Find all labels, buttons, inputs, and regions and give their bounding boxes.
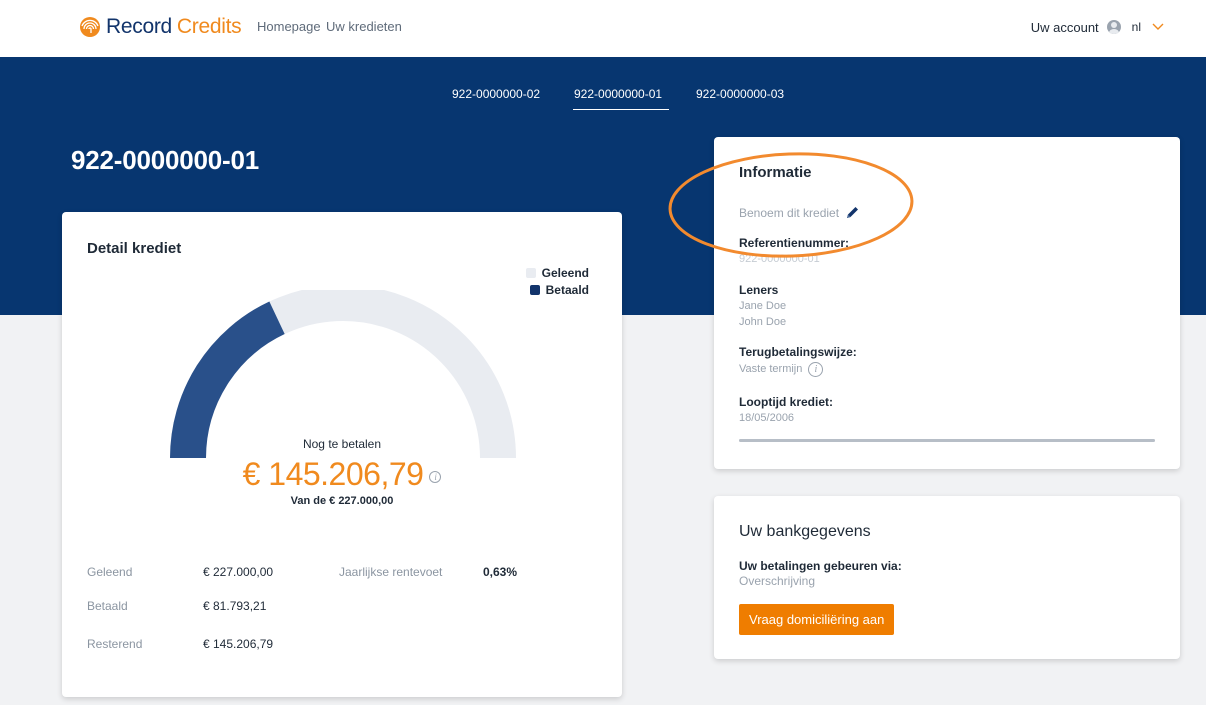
repayment-method-value: Vaste termijn: [739, 363, 803, 375]
term-value: 18/05/2006: [739, 412, 795, 424]
rename-credit-link[interactable]: Benoem dit krediet: [739, 205, 860, 220]
summary-label-betaald: Betaald: [87, 599, 128, 613]
user-avatar-icon[interactable]: [1106, 20, 1121, 34]
borrower-name: John Doe: [739, 316, 787, 328]
summary-value-betaald: € 81.793,21: [203, 599, 267, 613]
tab-credit-01[interactable]: 922-0000000-01: [574, 87, 662, 101]
card-title: Informatie: [739, 164, 812, 181]
nav-link-uw-kredieten[interactable]: Uw kredieten: [326, 19, 402, 34]
language-selector[interactable]: nl: [1132, 20, 1141, 34]
active-tab-indicator: [573, 109, 669, 110]
reference-label: Referentienummer:: [739, 236, 850, 250]
card-title: Uw bankgegevens: [739, 523, 871, 540]
legend-betaald: Betaald: [529, 283, 589, 297]
interest-rate-value: 0,63%: [483, 565, 518, 579]
top-navigation: Record Credits Homepage Uw kredieten Uw …: [0, 0, 1206, 57]
remaining-amount-value: € 145.206,79: [242, 456, 424, 492]
pencil-icon[interactable]: [845, 205, 860, 220]
legend-label: Geleend: [541, 266, 589, 280]
summary-label-geleend: Geleend: [87, 565, 133, 579]
legend-swatch: [529, 285, 540, 295]
rename-credit-label[interactable]: Benoem dit krediet: [739, 206, 839, 220]
brand-name-primary: Record: [106, 15, 172, 38]
legend-swatch: [525, 268, 536, 278]
reference-value: 922-0000000-01: [739, 253, 820, 265]
fingerprint-logo-icon: [80, 17, 100, 37]
chevron-down-icon[interactable]: [1152, 23, 1164, 31]
term-progress-bar: [739, 439, 1155, 442]
detail-credit-card: Detail krediet Geleend Betaald Nog te be…: [62, 212, 622, 697]
bank-details-card: Uw bankgegevens Uw betalingen gebeuren v…: [714, 496, 1180, 659]
legend-label: Betaald: [545, 283, 589, 297]
repayment-method-label: Terugbetalingswijze:: [739, 345, 857, 359]
request-direct-debit-button[interactable]: Vraag domiciliëring aan: [739, 604, 895, 635]
info-icon[interactable]: i: [429, 470, 442, 483]
information-card: Informatie Benoem dit krediet Referentie…: [714, 137, 1180, 469]
legend-geleend: Geleend: [525, 266, 589, 280]
page-title: 922-0000000-01: [71, 145, 260, 175]
total-amount-caption: Van de € 227.000,00: [290, 495, 394, 507]
brand-logo[interactable]: Record Credits: [79, 12, 242, 42]
tab-credit-03[interactable]: 922-0000000-03: [696, 87, 784, 101]
borrower-name: Jane Doe: [739, 300, 787, 312]
summary-value-resterend: € 145.206,79: [203, 637, 274, 651]
repayment-method-value-row: Vaste termijn i: [739, 362, 824, 377]
remaining-amount: € 145.206,79 i: [62, 456, 622, 493]
nav-link-homepage[interactable]: Homepage: [257, 19, 321, 34]
term-progress-fill: [739, 439, 1155, 442]
payments-method-value: Overschrijving: [739, 574, 816, 588]
info-icon[interactable]: i: [808, 362, 824, 377]
borrowers-label: Leners: [739, 283, 779, 297]
card-title: Detail krediet: [87, 240, 182, 257]
term-label: Looptijd krediet:: [739, 395, 833, 409]
tab-credit-02[interactable]: 922-0000000-02: [452, 87, 540, 101]
summary-label-resterend: Resterend: [87, 637, 143, 651]
brand-name-secondary: Credits: [176, 15, 242, 38]
payments-method-label: Uw betalingen gebeuren via:: [739, 559, 902, 573]
account-menu[interactable]: Uw account nl: [1031, 17, 1206, 37]
interest-rate-label: Jaarlijkse rentevoet: [339, 565, 443, 579]
summary-value-geleend: € 227.000,00: [203, 565, 274, 579]
account-label[interactable]: Uw account: [1031, 20, 1099, 35]
remaining-caption: Nog te betalen: [302, 437, 382, 451]
